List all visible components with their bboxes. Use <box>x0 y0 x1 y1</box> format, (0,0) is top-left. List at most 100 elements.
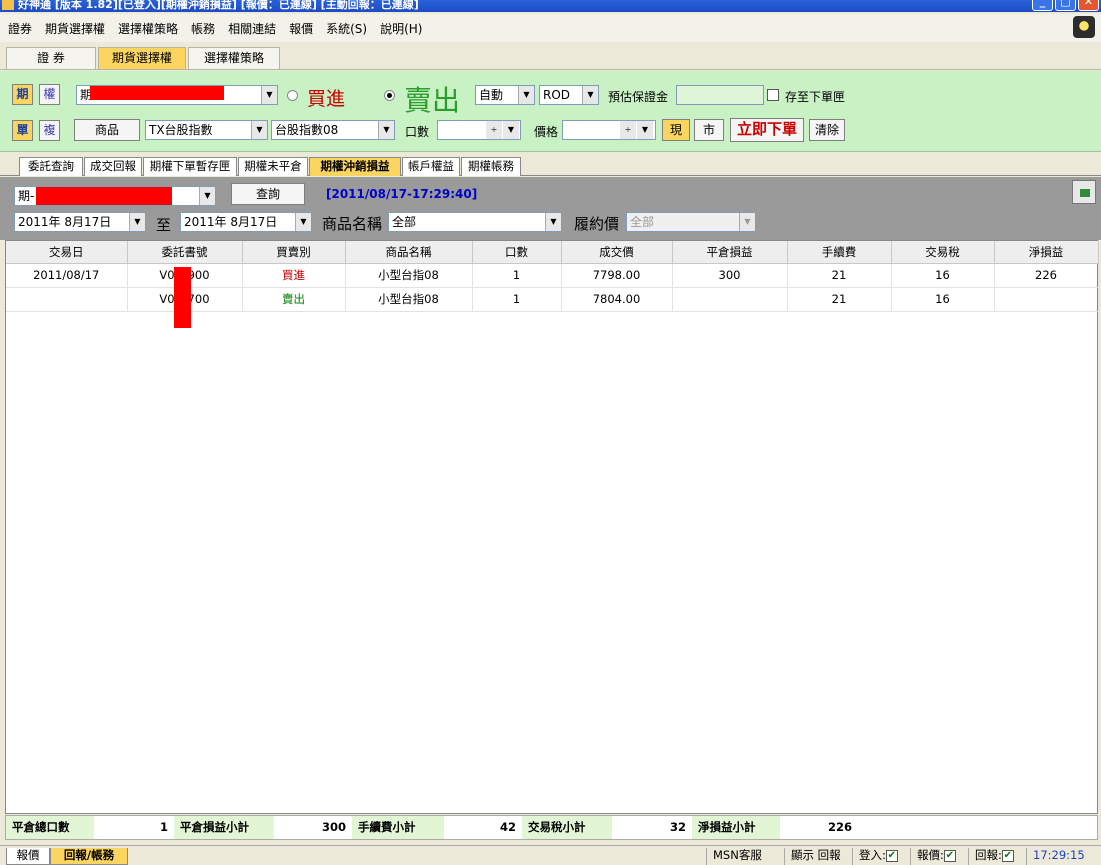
save-to-basket-checkbox[interactable] <box>767 89 779 101</box>
window-title: 好神通 [版本 1.82][已登入][期權沖銷損益] [報價：已連線] [主動回… <box>18 0 419 11</box>
strike-label: 履約價 <box>574 215 620 233</box>
column-header[interactable]: 平倉損益 <box>672 241 788 264</box>
minimize-button[interactable]: _ <box>1032 0 1053 11</box>
tab-order-query[interactable]: 委託查詢 <box>19 157 83 176</box>
chevron-down-icon: ▼ <box>261 86 277 104</box>
product-name-select[interactable]: 全部 ▼ <box>388 212 562 232</box>
trade-date-cell: 2011/08/17 <box>6 263 128 288</box>
order-number-prefix: V0 <box>159 292 175 306</box>
msn-support[interactable]: MSN客服 <box>706 848 782 865</box>
tab-fill-report[interactable]: 成交回報 <box>84 157 142 176</box>
tax-cell: 16 <box>891 263 995 288</box>
contract-select[interactable]: 台股指數08 ▼ <box>271 120 395 140</box>
menu-option-strategy[interactable]: 選擇權策略 <box>118 20 178 37</box>
pl-table-area: 交易日 委託書號 買賣別 商品名稱 口數 成交價 平倉損益 手續費 交易稅 淨損… <box>5 240 1099 814</box>
product-button[interactable]: 商品 <box>74 119 140 141</box>
chevron-down-icon: ▼ <box>129 213 145 231</box>
qty-spinner[interactable]: ÷ <box>486 121 502 139</box>
check-icon: ✔ <box>1001 849 1014 862</box>
options-toggle[interactable]: 權 <box>39 84 60 105</box>
qty-label: 口數 <box>405 125 430 139</box>
pl-table: 交易日 委託書號 買賣別 商品名稱 口數 成交價 平倉損益 手續費 交易稅 淨損… <box>6 241 1099 312</box>
column-header[interactable]: 交易日 <box>6 241 128 264</box>
maximize-button[interactable]: □ <box>1055 0 1076 11</box>
column-header[interactable]: 成交價 <box>561 241 673 264</box>
tab-offset-pl[interactable]: 期權沖銷損益 <box>309 157 401 176</box>
total-qty-value: 1 <box>94 816 174 839</box>
check-icon: ✔ <box>885 849 898 862</box>
buy-label: 買進 <box>307 88 346 110</box>
commodity-select[interactable]: TX台股指數 ▼ <box>145 120 268 140</box>
chevron-down-icon: ▼ <box>378 121 394 139</box>
tab-report-panel[interactable]: 回報/帳務 <box>50 848 128 865</box>
column-header[interactable]: 商品名稱 <box>345 241 473 264</box>
window-title-bar: 好神通 [版本 1.82][已登入][期權沖銷損益] [報價：已連線] [主動回… <box>0 0 1101 12</box>
show-report-toggle[interactable]: 顯示 回報 <box>784 848 850 865</box>
rod-select[interactable]: ROD ▼ <box>539 85 599 105</box>
product-cell: 小型台指08 <box>345 287 473 312</box>
table-row[interactable]: V0 700 賣出 小型台指08 1 7804.00 21 16 <box>6 287 1099 312</box>
pl-subtotal-label: 平倉損益小計 <box>174 816 274 839</box>
commodity-value: TX台股指數 <box>149 123 213 137</box>
chevron-down-icon: ▼ <box>518 86 534 104</box>
total-qty-label: 平倉總口數 <box>6 816 94 839</box>
table-row[interactable]: 2011/08/17 V0 900 買進 小型台指08 1 7798.00 300… <box>6 263 1099 288</box>
tab-quote-panel[interactable]: 報價 <box>6 848 50 865</box>
tab-futures-options[interactable]: 期貨選擇權 <box>98 47 186 69</box>
column-header[interactable]: 交易稅 <box>891 241 995 264</box>
clear-button[interactable]: 清除 <box>809 119 845 141</box>
date-to-picker[interactable]: 2011年 8月17日 ▼ <box>180 212 312 232</box>
pl-subtotal-value: 300 <box>274 816 352 839</box>
side-cell: 買進 <box>242 263 346 288</box>
futures-toggle[interactable]: 期 <box>12 84 33 105</box>
tab-open-positions[interactable]: 期權未平倉 <box>238 157 308 176</box>
single-toggle[interactable]: 單 <box>12 120 33 141</box>
order-number-prefix: V0 <box>159 268 175 282</box>
status-bar: 報價 回報/帳務 MSN客服 顯示 回報 登入: ✔ 報價: ✔ 回報: ✔ 17:2… <box>0 845 1101 865</box>
menu-help[interactable]: 說明(H) <box>380 20 422 37</box>
excel-export-icon[interactable] <box>1072 180 1096 204</box>
menu-system[interactable]: 系統(S) <box>326 20 367 37</box>
lightbulb-icon[interactable] <box>1073 16 1095 38</box>
chevron-down-icon[interactable]: ▼ <box>503 121 519 139</box>
sell-radio[interactable] <box>384 90 395 101</box>
chevron-down-icon: ▼ <box>295 213 311 231</box>
menu-links[interactable]: 相關連結 <box>228 20 276 37</box>
query-button[interactable]: 查詢 <box>231 183 305 205</box>
column-header[interactable]: 委託書號 <box>127 241 243 264</box>
tab-order-basket[interactable]: 期權下單暫存匣 <box>143 157 237 176</box>
tax-subtotal-value: 32 <box>612 816 692 839</box>
date-to-value: 2011年 8月17日 <box>184 215 278 229</box>
price-spinner[interactable]: ÷ <box>620 121 636 139</box>
menu-quotes[interactable]: 報價 <box>289 20 313 37</box>
menu-accounts[interactable]: 帳務 <box>191 20 215 37</box>
product-name-label: 商品名稱 <box>322 215 383 233</box>
compound-toggle[interactable]: 複 <box>39 120 60 141</box>
tab-accounting[interactable]: 期權帳務 <box>461 157 521 176</box>
chevron-down-icon: ▼ <box>582 86 598 104</box>
menu-futures-options[interactable]: 期貨選擇權 <box>45 20 105 37</box>
column-header[interactable]: 手續費 <box>787 241 892 264</box>
chevron-down-icon: ▼ <box>251 121 267 139</box>
tab-account-equity[interactable]: 帳戶權益 <box>402 157 460 176</box>
net-pl-cell: 226 <box>994 263 1099 288</box>
date-from-picker[interactable]: 2011年 8月17日 ▼ <box>14 212 146 232</box>
column-header[interactable]: 淨損益 <box>994 241 1099 264</box>
auto-select[interactable]: 自動 ▼ <box>475 85 535 105</box>
tax-cell: 16 <box>891 287 995 312</box>
menu-securities[interactable]: 證券 <box>8 20 32 37</box>
strike-select[interactable]: 全部 ▼ <box>626 212 756 232</box>
market-price-button[interactable]: 市 <box>694 119 724 141</box>
close-button[interactable]: ✕ <box>1078 0 1099 11</box>
tab-securities[interactable]: 證 券 <box>6 47 96 69</box>
pl-cell <box>672 287 788 312</box>
tab-option-strategy[interactable]: 選擇權策略 <box>188 47 280 69</box>
column-header[interactable]: 口數 <box>472 241 562 264</box>
submit-order-button[interactable]: 立即下單 <box>730 118 804 142</box>
chevron-down-icon[interactable]: ▼ <box>637 121 653 139</box>
buy-radio[interactable] <box>287 90 298 101</box>
contract-value: 台股指數08 <box>275 123 339 137</box>
fee-subtotal-label: 手續費小計 <box>352 816 444 839</box>
column-header[interactable]: 買賣別 <box>242 241 346 264</box>
current-price-button[interactable]: 現 <box>662 119 690 141</box>
